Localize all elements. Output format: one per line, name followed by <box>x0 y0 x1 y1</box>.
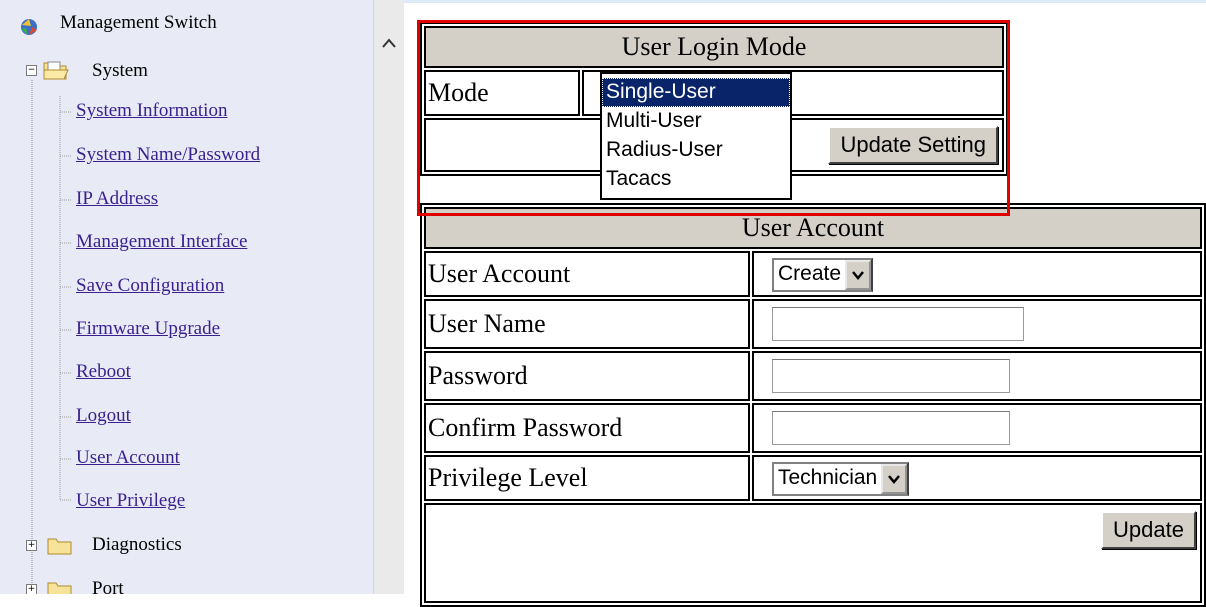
password-label: Password <box>424 351 750 401</box>
chevron-down-icon[interactable] <box>881 463 908 494</box>
tree-folder-port[interactable]: Port <box>92 578 124 594</box>
user-name-input[interactable] <box>772 307 1024 341</box>
confirm-password-cell <box>752 403 1202 453</box>
tree-folder-system[interactable]: System <box>92 60 148 82</box>
closed-folder-icon <box>46 580 74 594</box>
system-collapse-toggle-icon[interactable]: − <box>26 65 37 76</box>
privilege-level-select[interactable]: Technician <box>772 461 910 496</box>
nav-link-text[interactable]: Firmware Upgrade <box>76 318 220 339</box>
confirm-password-input[interactable] <box>772 411 1010 445</box>
privilege-level-cell: Technician <box>752 455 1202 501</box>
user-account-title: User Account <box>424 207 1202 249</box>
confirm-password-label: Confirm Password <box>424 403 750 453</box>
chevron-down-icon[interactable] <box>845 259 872 290</box>
tree-root-label: Management Switch <box>60 12 217 33</box>
nav-link-text[interactable]: Management Interface <box>76 231 247 252</box>
nav-link-management-interface[interactable]: Management Interface <box>76 231 247 253</box>
update-button[interactable]: Update <box>1101 511 1196 549</box>
nav-link-reboot[interactable]: Reboot <box>76 361 131 383</box>
nav-link-ip-address[interactable]: IP Address <box>76 188 158 210</box>
tree-folder-system-label: System <box>92 60 148 81</box>
login-mode-title: User Login Mode <box>424 26 1004 68</box>
tree-folder-diagnostics-label: Diagnostics <box>92 534 182 555</box>
mode-dropdown-list[interactable]: Single-User Multi-User Radius-User Tacac… <box>600 72 792 200</box>
nav-link-text[interactable]: Reboot <box>76 361 131 382</box>
nav-link-text[interactable]: User Privilege <box>76 490 185 511</box>
nav-link-text[interactable]: System Information <box>76 100 227 121</box>
update-setting-button[interactable]: Update Setting <box>828 126 998 164</box>
nav-link-system-information[interactable]: System Information <box>76 100 227 122</box>
user-account-select[interactable]: Create <box>772 257 874 292</box>
diagnostics-expand-toggle-icon[interactable]: + <box>26 540 37 551</box>
tree-connector-lines <box>31 80 72 594</box>
nav-link-firmware-upgrade[interactable]: Firmware Upgrade <box>76 318 220 340</box>
tree-folder-diagnostics[interactable]: Diagnostics <box>92 534 182 556</box>
nav-link-logout[interactable]: Logout <box>76 405 131 427</box>
nav-link-text[interactable]: IP Address <box>76 188 158 209</box>
nav-link-user-account[interactable]: User Account <box>76 447 180 469</box>
nav-link-text[interactable]: Save Configuration <box>76 275 224 296</box>
user-account-select-value: Create <box>778 261 842 285</box>
user-name-label: User Name <box>424 299 750 349</box>
mode-option-single-user[interactable]: Single-User <box>602 78 790 107</box>
user-name-cell <box>752 299 1202 349</box>
user-account-table: User Account User Account Create User Na… <box>420 203 1206 607</box>
tree-scrollbar[interactable] <box>373 0 404 594</box>
nav-link-save-configuration[interactable]: Save Configuration <box>76 275 224 297</box>
privilege-level-label: Privilege Level <box>424 455 750 501</box>
navigation-tree: Management Switch − System System Inform… <box>0 0 373 594</box>
mode-option-tacacs[interactable]: Tacacs <box>602 165 790 194</box>
port-expand-toggle-icon[interactable]: + <box>26 584 37 594</box>
nav-link-text[interactable]: System Name/Password <box>76 144 260 165</box>
privilege-level-select-value: Technician <box>778 465 878 489</box>
mode-label: Mode <box>424 70 580 116</box>
password-input[interactable] <box>772 359 1010 393</box>
mode-option-multi-user[interactable]: Multi-User <box>602 107 790 136</box>
update-cell: Update <box>424 503 1202 603</box>
open-folder-icon <box>42 59 70 86</box>
password-cell <box>752 351 1202 401</box>
nav-link-text[interactable]: Logout <box>76 405 131 426</box>
user-account-select-cell: Create <box>752 251 1202 297</box>
switch-globe-icon <box>18 16 40 43</box>
closed-folder-icon <box>46 536 74 561</box>
tree-root-management-switch[interactable]: Management Switch <box>60 12 217 34</box>
nav-link-system-name-password[interactable]: System Name/Password <box>76 144 260 166</box>
tree-folder-port-label: Port <box>92 578 124 594</box>
user-account-label: User Account <box>424 251 750 297</box>
nav-link-text[interactable]: User Account <box>76 447 180 468</box>
scroll-up-chevron-icon[interactable] <box>381 36 397 50</box>
mode-option-radius-user[interactable]: Radius-User <box>602 136 790 165</box>
nav-link-user-privilege[interactable]: User Privilege <box>76 490 185 512</box>
top-border-strip <box>403 0 1206 3</box>
